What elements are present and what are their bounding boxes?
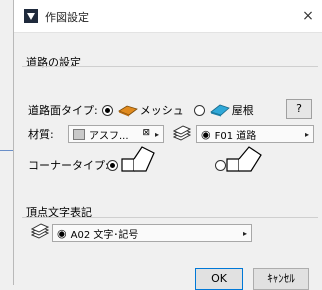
material-dropdown[interactable]: アスフ... ⊠ ▸	[68, 125, 164, 143]
app-icon	[24, 9, 38, 23]
material-swatch	[73, 128, 85, 140]
corner-type-label: コーナータイプ:	[28, 159, 109, 172]
close-button[interactable]: ×	[297, 5, 319, 27]
material-row: 材質:	[28, 126, 54, 142]
ok-button[interactable]: OK	[195, 268, 243, 290]
picker-icon: ⊠	[142, 128, 150, 138]
settings-dialog: 作図設定 × 道路の設定 道路面タイプ: メッシュ 屋根 ? 材質: アスフ..…	[13, 0, 322, 290]
material-label: 材質:	[28, 128, 54, 141]
material-value: アスフ...	[89, 130, 129, 142]
surface-type-row: 道路面タイプ: メッシュ 屋根	[28, 102, 254, 118]
vertex-layer-value: A02 文字･記号	[70, 229, 139, 241]
help-button[interactable]: ?	[286, 99, 312, 119]
roof-radio[interactable]	[193, 104, 205, 116]
corner-square-icon	[121, 146, 155, 172]
vertex-settings-group	[22, 217, 318, 218]
visibility-eye-icon: ◉	[57, 226, 67, 240]
vertex-layer-dropdown[interactable]: ◉ A02 文字･記号 ▸	[52, 224, 252, 242]
cancel-button[interactable]: ｷｬﾝｾﾙ	[253, 268, 309, 290]
mesh-icon	[117, 105, 138, 117]
roof-icon	[209, 104, 230, 117]
dropdown-arrow-icon: ▸	[304, 130, 309, 139]
mesh-radio[interactable]	[101, 104, 113, 116]
mesh-option-label[interactable]: メッシュ	[140, 102, 184, 118]
layer-stack-icon	[172, 125, 192, 141]
layer-stack-icon	[30, 223, 50, 239]
window-title: 作図設定	[45, 11, 89, 24]
dropdown-arrow-icon: ▸	[242, 229, 247, 238]
corner-bevel-icon	[226, 146, 262, 172]
title-bar: 作図設定 ×	[14, 0, 322, 33]
corner-type-row: コーナータイプ:	[28, 157, 109, 173]
road-layer-dropdown[interactable]: ◉ F01 道路 ▸	[196, 125, 314, 143]
roof-option-label[interactable]: 屋根	[232, 102, 254, 118]
corner-type-a-radio[interactable]	[107, 160, 118, 171]
visibility-eye-icon: ◉	[201, 127, 211, 141]
dropdown-arrow-icon: ▸	[154, 130, 159, 139]
background-line	[0, 150, 14, 151]
surface-type-label: 道路面タイプ:	[28, 104, 98, 117]
road-layer-value: F01 道路	[214, 130, 257, 142]
